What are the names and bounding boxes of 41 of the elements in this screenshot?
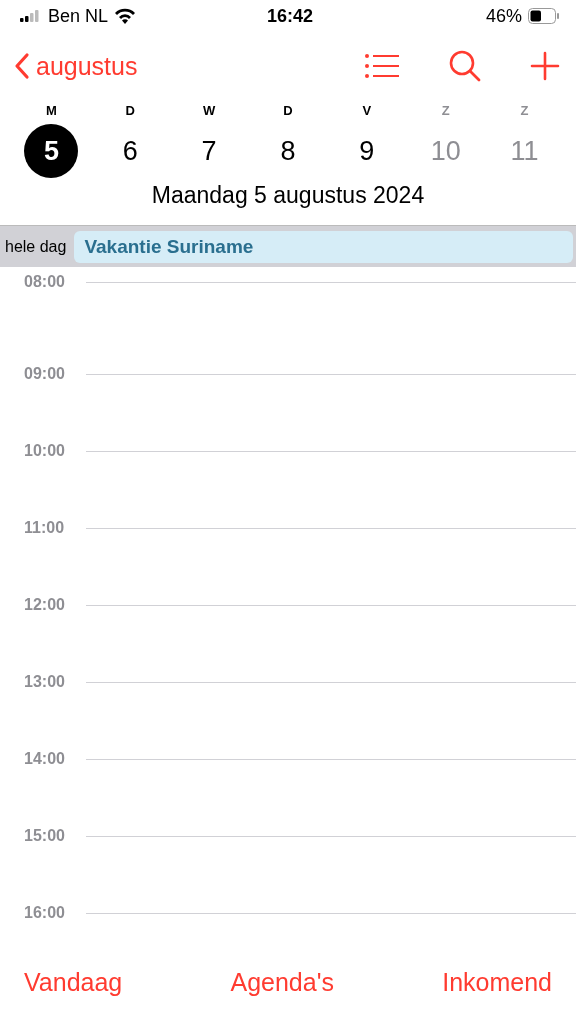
hour-label: 10:00 [24,442,66,460]
hour-label: 12:00 [24,596,66,614]
hour-label: 09:00 [24,365,66,383]
day-button[interactable]: 11 [497,124,552,178]
hour-label: 08:00 [24,273,66,291]
list-icon[interactable] [364,53,400,79]
battery-percentage: 46% [486,5,522,27]
hour-label: 11:00 [24,519,66,537]
toolbar-button[interactable]: Vandaag [24,967,123,997]
hour-label: 16:00 [24,904,66,922]
toolbar-button[interactable]: Agenda's [230,967,334,997]
weekday-letter: Z [520,102,529,120]
day-button[interactable]: 6 [103,124,158,178]
weekday-letter: D [283,102,293,120]
weekday-letter: D [125,102,135,120]
all-day-label: hele dag [5,237,67,256]
toolbar-button[interactable]: Inkomend [442,967,552,997]
wifi-icon [114,8,137,24]
weekday-letter: M [46,102,57,120]
back-button[interactable]: augustus [14,51,138,81]
battery-icon [528,8,560,24]
weekday-letter: Z [441,102,450,120]
clock-time: 16:42 [267,5,314,27]
day-button[interactable]: 5 [24,124,79,178]
all-day-event[interactable]: Vakantie Suriname [74,230,573,263]
day-button[interactable]: 8 [261,124,315,178]
day-button[interactable]: 9 [339,124,394,178]
add-icon[interactable] [530,51,560,81]
weekday-letter: V [362,102,372,120]
date-title: 5 augustus 2024 [254,182,425,208]
carrier-name: Ben NL [48,5,109,27]
weekday-title: Maandag [151,182,248,208]
day-button[interactable]: 10 [418,124,473,178]
hour-label: 15:00 [24,827,66,845]
signal-icon [20,10,42,22]
search-icon[interactable] [448,49,482,83]
day-button[interactable]: 7 [182,124,237,178]
weekday-letter: W [203,102,216,120]
chevron-left-icon [14,52,30,80]
hour-label: 14:00 [24,750,66,768]
hour-label: 13:00 [24,673,66,691]
